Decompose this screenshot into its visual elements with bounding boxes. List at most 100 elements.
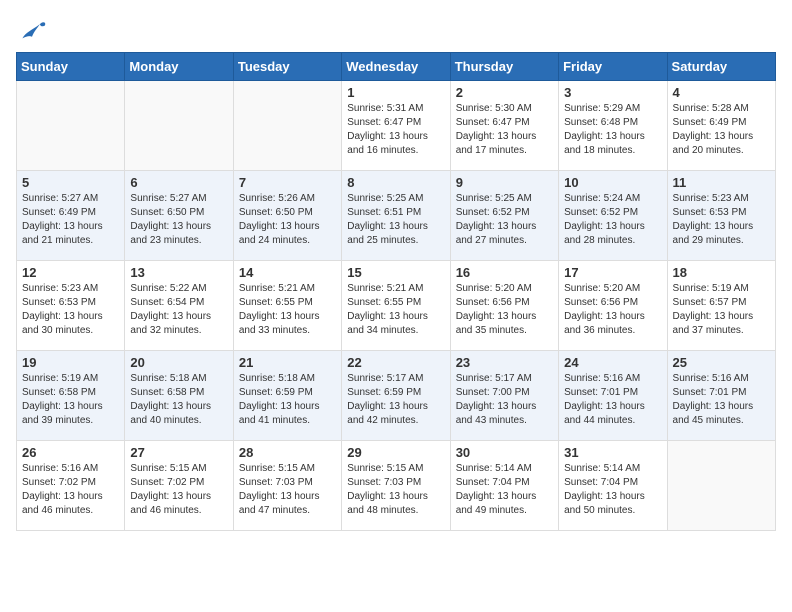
logo: [16, 16, 52, 44]
calendar-cell: [667, 441, 775, 531]
calendar-cell: 14 Sunrise: 5:21 AM Sunset: 6:55 PM Dayli…: [233, 261, 341, 351]
weekday-header: Monday: [125, 53, 233, 81]
weekday-header: Friday: [559, 53, 667, 81]
calendar-cell: 27 Sunrise: 5:15 AM Sunset: 7:02 PM Dayli…: [125, 441, 233, 531]
day-number: 17: [564, 265, 661, 280]
calendar-cell: 2 Sunrise: 5:30 AM Sunset: 6:47 PM Daylig…: [450, 81, 558, 171]
calendar-cell: 16 Sunrise: 5:20 AM Sunset: 6:56 PM Dayli…: [450, 261, 558, 351]
calendar-week-row: 19 Sunrise: 5:19 AM Sunset: 6:58 PM Dayli…: [17, 351, 776, 441]
calendar-week-row: 12Sunrise: 5:23 AM Sunset: 6:53 PM Dayli…: [17, 261, 776, 351]
calendar-cell: 31Sunrise: 5:14 AM Sunset: 7:04 PM Dayli…: [559, 441, 667, 531]
calendar-cell: 9 Sunrise: 5:25 AM Sunset: 6:52 PM Daylig…: [450, 171, 558, 261]
day-number: 1: [347, 85, 444, 100]
day-info: Sunrise: 5:20 AM Sunset: 6:56 PM Dayligh…: [564, 282, 661, 338]
calendar-cell: 24Sunrise: 5:16 AM Sunset: 7:01 PM Dayli…: [559, 351, 667, 441]
calendar-cell: 7 Sunrise: 5:26 AM Sunset: 6:50 PM Daylig…: [233, 171, 341, 261]
day-number: 23: [456, 355, 553, 370]
day-info: Sunrise: 5:26 AM Sunset: 6:50 PM Dayligh…: [239, 192, 336, 248]
day-info: Sunrise: 5:14 AM Sunset: 7:04 PM Dayligh…: [564, 462, 661, 518]
day-info: Sunrise: 5:21 AM Sunset: 6:55 PM Dayligh…: [347, 282, 444, 338]
calendar-cell: 12Sunrise: 5:23 AM Sunset: 6:53 PM Dayli…: [17, 261, 125, 351]
day-info: Sunrise: 5:25 AM Sunset: 6:51 PM Dayligh…: [347, 192, 444, 248]
day-info: Sunrise: 5:31 AM Sunset: 6:47 PM Dayligh…: [347, 102, 444, 158]
day-number: 25: [673, 355, 770, 370]
day-number: 12: [22, 265, 119, 280]
day-number: 3: [564, 85, 661, 100]
day-info: Sunrise: 5:17 AM Sunset: 6:59 PM Dayligh…: [347, 372, 444, 428]
day-info: Sunrise: 5:27 AM Sunset: 6:49 PM Dayligh…: [22, 192, 119, 248]
day-info: Sunrise: 5:18 AM Sunset: 6:59 PM Dayligh…: [239, 372, 336, 428]
day-info: Sunrise: 5:15 AM Sunset: 7:03 PM Dayligh…: [347, 462, 444, 518]
day-number: 19: [22, 355, 119, 370]
calendar-cell: 21 Sunrise: 5:18 AM Sunset: 6:59 PM Dayli…: [233, 351, 341, 441]
calendar-cell: 5 Sunrise: 5:27 AM Sunset: 6:49 PM Daylig…: [17, 171, 125, 261]
calendar-cell: 8 Sunrise: 5:25 AM Sunset: 6:51 PM Daylig…: [342, 171, 450, 261]
day-info: Sunrise: 5:22 AM Sunset: 6:54 PM Dayligh…: [130, 282, 227, 338]
day-number: 27: [130, 445, 227, 460]
day-number: 24: [564, 355, 661, 370]
day-number: 2: [456, 85, 553, 100]
day-number: 16: [456, 265, 553, 280]
day-number: 4: [673, 85, 770, 100]
day-info: Sunrise: 5:20 AM Sunset: 6:56 PM Dayligh…: [456, 282, 553, 338]
day-info: Sunrise: 5:24 AM Sunset: 6:52 PM Dayligh…: [564, 192, 661, 248]
day-info: Sunrise: 5:19 AM Sunset: 6:57 PM Dayligh…: [673, 282, 770, 338]
day-info: Sunrise: 5:19 AM Sunset: 6:58 PM Dayligh…: [22, 372, 119, 428]
calendar-cell: 28Sunrise: 5:15 AM Sunset: 7:03 PM Dayli…: [233, 441, 341, 531]
calendar-cell: 25 Sunrise: 5:16 AM Sunset: 7:01 PM Dayli…: [667, 351, 775, 441]
calendar-cell: 19 Sunrise: 5:19 AM Sunset: 6:58 PM Dayli…: [17, 351, 125, 441]
day-number: 10: [564, 175, 661, 190]
day-info: Sunrise: 5:29 AM Sunset: 6:48 PM Dayligh…: [564, 102, 661, 158]
day-info: Sunrise: 5:16 AM Sunset: 7:02 PM Dayligh…: [22, 462, 119, 518]
day-number: 30: [456, 445, 553, 460]
calendar-cell: 26 Sunrise: 5:16 AM Sunset: 7:02 PM Dayli…: [17, 441, 125, 531]
weekday-header: Saturday: [667, 53, 775, 81]
calendar-week-row: 5 Sunrise: 5:27 AM Sunset: 6:49 PM Daylig…: [17, 171, 776, 261]
day-info: Sunrise: 5:30 AM Sunset: 6:47 PM Dayligh…: [456, 102, 553, 158]
day-number: 7: [239, 175, 336, 190]
calendar-week-row: 26 Sunrise: 5:16 AM Sunset: 7:02 PM Dayli…: [17, 441, 776, 531]
day-info: Sunrise: 5:17 AM Sunset: 7:00 PM Dayligh…: [456, 372, 553, 428]
day-info: Sunrise: 5:16 AM Sunset: 7:01 PM Dayligh…: [673, 372, 770, 428]
day-number: 21: [239, 355, 336, 370]
day-info: Sunrise: 5:15 AM Sunset: 7:03 PM Dayligh…: [239, 462, 336, 518]
calendar-cell: [17, 81, 125, 171]
calendar-cell: [125, 81, 233, 171]
calendar-cell: 1 Sunrise: 5:31 AM Sunset: 6:47 PM Daylig…: [342, 81, 450, 171]
day-info: Sunrise: 5:27 AM Sunset: 6:50 PM Dayligh…: [130, 192, 227, 248]
day-info: Sunrise: 5:25 AM Sunset: 6:52 PM Dayligh…: [456, 192, 553, 248]
calendar-cell: 11Sunrise: 5:23 AM Sunset: 6:53 PM Dayli…: [667, 171, 775, 261]
weekday-header: Sunday: [17, 53, 125, 81]
day-info: Sunrise: 5:23 AM Sunset: 6:53 PM Dayligh…: [673, 192, 770, 248]
day-info: Sunrise: 5:14 AM Sunset: 7:04 PM Dayligh…: [456, 462, 553, 518]
calendar-cell: 29 Sunrise: 5:15 AM Sunset: 7:03 PM Dayli…: [342, 441, 450, 531]
calendar-cell: 6 Sunrise: 5:27 AM Sunset: 6:50 PM Daylig…: [125, 171, 233, 261]
logo-icon: [16, 16, 48, 44]
weekday-header: Thursday: [450, 53, 558, 81]
day-number: 9: [456, 175, 553, 190]
calendar-cell: 10 Sunrise: 5:24 AM Sunset: 6:52 PM Dayli…: [559, 171, 667, 261]
day-number: 13: [130, 265, 227, 280]
calendar-cell: [233, 81, 341, 171]
calendar-cell: 3 Sunrise: 5:29 AM Sunset: 6:48 PM Daylig…: [559, 81, 667, 171]
calendar-cell: 4Sunrise: 5:28 AM Sunset: 6:49 PM Daylig…: [667, 81, 775, 171]
day-number: 8: [347, 175, 444, 190]
day-info: Sunrise: 5:18 AM Sunset: 6:58 PM Dayligh…: [130, 372, 227, 428]
day-number: 29: [347, 445, 444, 460]
day-info: Sunrise: 5:21 AM Sunset: 6:55 PM Dayligh…: [239, 282, 336, 338]
day-number: 20: [130, 355, 227, 370]
calendar-cell: 22Sunrise: 5:17 AM Sunset: 6:59 PM Dayli…: [342, 351, 450, 441]
calendar-cell: 30 Sunrise: 5:14 AM Sunset: 7:04 PM Dayli…: [450, 441, 558, 531]
day-info: Sunrise: 5:15 AM Sunset: 7:02 PM Dayligh…: [130, 462, 227, 518]
weekday-header: Wednesday: [342, 53, 450, 81]
header: [16, 16, 776, 44]
day-number: 14: [239, 265, 336, 280]
calendar-cell: 17 Sunrise: 5:20 AM Sunset: 6:56 PM Dayli…: [559, 261, 667, 351]
weekday-header: Tuesday: [233, 53, 341, 81]
calendar-week-row: 1 Sunrise: 5:31 AM Sunset: 6:47 PM Daylig…: [17, 81, 776, 171]
calendar: SundayMondayTuesdayWednesdayThursdayFrid…: [16, 52, 776, 531]
calendar-cell: 13 Sunrise: 5:22 AM Sunset: 6:54 PM Dayli…: [125, 261, 233, 351]
day-number: 5: [22, 175, 119, 190]
day-number: 6: [130, 175, 227, 190]
day-number: 26: [22, 445, 119, 460]
